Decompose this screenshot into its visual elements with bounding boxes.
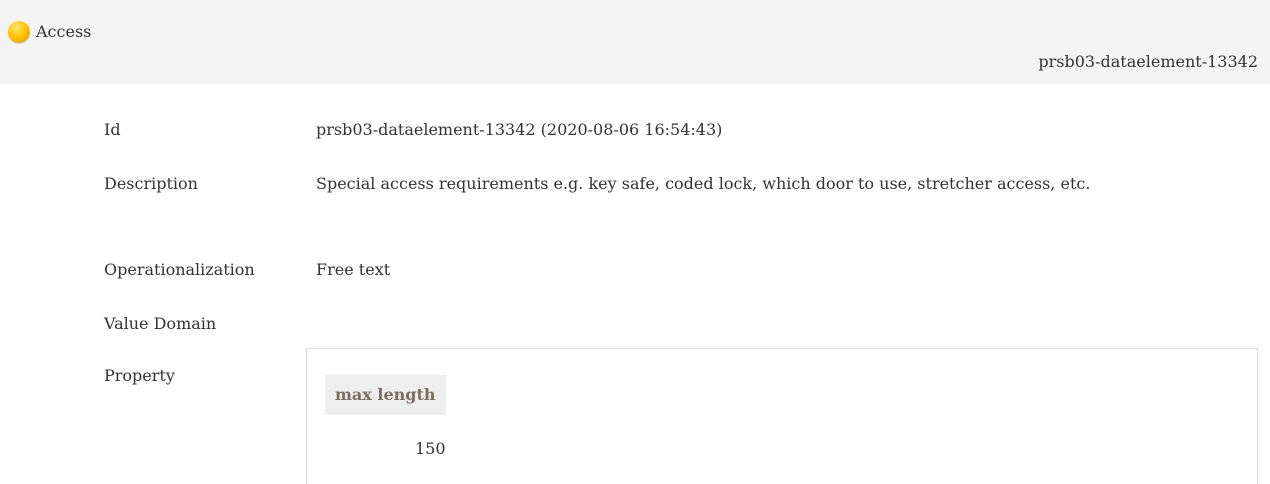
operationalization-label: Operationalization [104, 260, 255, 279]
concept-title: Access [36, 22, 92, 41]
description-value: Special access requirements e.g. key saf… [316, 174, 1091, 193]
id-label: Id [104, 120, 121, 139]
operationalization-value: Free text [316, 260, 391, 279]
max-length-value: 150 [415, 439, 446, 458]
value-domain-label: Value Domain [104, 314, 217, 333]
id-value: prsb03-dataelement-13342 (2020-08-06 16:… [316, 120, 723, 139]
description-label: Description [104, 174, 198, 193]
concept-id: prsb03-dataelement-13342 [1038, 52, 1258, 71]
max-length-header: max length [325, 375, 446, 415]
status-icon [8, 21, 30, 43]
property-table: max length 150 [306, 348, 1258, 484]
property-label: Property [104, 366, 175, 385]
concept-header: Access prsb03-dataelement-13342 [0, 0, 1270, 84]
